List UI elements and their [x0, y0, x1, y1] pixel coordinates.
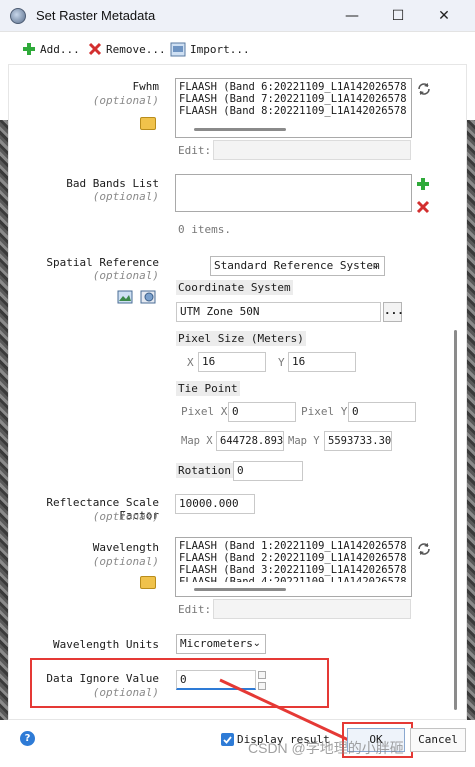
spatial-reference-label: Spatial Reference [46, 256, 159, 269]
wavelength-label: Wavelength [92, 541, 159, 554]
delete-x-icon [88, 42, 102, 56]
wavelength-optional: (optional) [92, 555, 159, 568]
globe-settings-icon[interactable] [140, 290, 158, 304]
fwhm-edit-field[interactable] [213, 140, 411, 160]
remove-button[interactable]: Remove... [88, 40, 166, 58]
minimize-button[interactable]: — [329, 0, 375, 32]
window-title: Set Raster Metadata [36, 8, 156, 23]
delete-icon[interactable] [416, 200, 430, 214]
help-button[interactable]: ? [20, 731, 35, 746]
wavelength-edit-label: Edit: [178, 603, 212, 616]
fwhm-edit-label: Edit: [178, 144, 212, 157]
bad-bands-list[interactable] [175, 174, 412, 212]
import-label: Import... [190, 42, 250, 56]
app-icon [10, 8, 26, 24]
list-item[interactable]: FLAASH (Band 6:20221109_L1A142026578 [179, 81, 408, 93]
cancel-button[interactable]: Cancel [410, 728, 466, 752]
rotation-input[interactable]: 0 [233, 461, 303, 481]
coordinate-system-field[interactable]: UTM Zone 50N [176, 302, 381, 322]
wavelength-edit-field[interactable] [213, 599, 411, 619]
refresh-icon[interactable] [416, 542, 432, 556]
add-icon[interactable] [416, 177, 430, 191]
spatial-reference-optional: (optional) [92, 269, 159, 282]
close-button[interactable]: ✕ [421, 0, 467, 32]
tie-point-header: Tie Point [176, 381, 240, 396]
map-x-input[interactable]: 644728.893 [216, 431, 284, 451]
add-button[interactable]: Add... [22, 40, 80, 58]
list-item[interactable]: FLAASH (Band 2:20221109_L1A142026578 [179, 552, 408, 564]
wavelength-units-value: Micrometers [180, 637, 253, 650]
reference-system-dropdown[interactable]: Standard Reference System ⌄ [210, 256, 385, 276]
reflectance-optional: (optional) [92, 510, 159, 523]
tie-pixel-x-input[interactable]: 0 [228, 402, 296, 422]
pixel-size-y-label: Y [278, 356, 285, 369]
reflectance-input[interactable]: 10000.000 [175, 494, 255, 514]
check-icon [223, 736, 232, 744]
horizontal-scrollbar[interactable] [194, 588, 286, 591]
fwhm-list[interactable]: FLAASH (Band 6:20221109_L1A142026578 FLA… [175, 78, 412, 138]
tie-pixel-y-input[interactable]: 0 [348, 402, 416, 422]
rotation-label: Rotation [176, 463, 233, 478]
reference-system-value: Standard Reference System [214, 259, 380, 272]
bad-bands-count: 0 items. [178, 223, 231, 236]
maximize-button[interactable]: ☐ [375, 0, 421, 32]
wavelength-list[interactable]: FLAASH (Band 1:20221109_L1A142026578 FLA… [175, 537, 412, 597]
map-x-label: Map X [181, 435, 213, 447]
map-image-icon[interactable] [117, 290, 133, 304]
wavelength-units-dropdown[interactable]: Micrometers ⌄ [176, 634, 266, 654]
map-y-label: Map Y [288, 435, 320, 447]
display-result-checkbox[interactable] [221, 733, 234, 746]
background-image-left [0, 120, 8, 720]
map-y-input[interactable]: 5593733.303 [324, 431, 392, 451]
watermark-text: CSDN @学地理的小胖砸 [248, 740, 404, 756]
folder-icon[interactable] [140, 576, 156, 589]
background-image-right [467, 120, 475, 720]
pixel-size-y-input[interactable]: 16 [288, 352, 356, 372]
list-item[interactable]: FLAASH (Band 7:20221109_L1A142026578 [179, 93, 408, 105]
pixel-size-x-input[interactable]: 16 [198, 352, 266, 372]
browse-coordinate-button[interactable]: ... [383, 302, 404, 322]
pixel-size-x-label: X [187, 356, 194, 369]
fwhm-optional: (optional) [92, 94, 159, 107]
wavelength-units-label: Wavelength Units [53, 638, 159, 651]
bad-bands-label: Bad Bands List [66, 177, 159, 190]
fwhm-label: Fwhm [132, 80, 160, 93]
list-item[interactable]: FLAASH (Band 4:20221109_L1A142026578 [179, 576, 408, 582]
list-item[interactable]: FLAASH (Band 1:20221109_L1A142026578 [179, 540, 408, 552]
tie-pixel-x-label: Pixel X [181, 405, 228, 418]
plus-icon [23, 43, 35, 55]
list-item[interactable]: FLAASH (Band 3:20221109_L1A142026578 [179, 564, 408, 576]
pixel-size-header: Pixel Size (Meters) [176, 331, 306, 346]
tie-pixel-y-label: Pixel Y [301, 405, 348, 418]
remove-label: Remove... [106, 42, 166, 56]
add-label: Add... [40, 42, 80, 56]
horizontal-scrollbar[interactable] [194, 128, 286, 131]
folder-icon[interactable] [140, 117, 156, 130]
refresh-icon[interactable] [416, 82, 432, 96]
import-icon [170, 42, 186, 56]
import-button[interactable]: Import... [170, 40, 250, 58]
list-item[interactable]: FLAASH (Band 8:20221109_L1A142026578 [179, 105, 408, 117]
bad-bands-optional: (optional) [92, 190, 159, 203]
chevron-down-icon: ⌄ [371, 260, 380, 271]
vertical-scrollbar[interactable] [454, 330, 457, 710]
coordinate-system-header: Coordinate System [176, 280, 293, 295]
chevron-down-icon: ⌄ [252, 638, 261, 649]
